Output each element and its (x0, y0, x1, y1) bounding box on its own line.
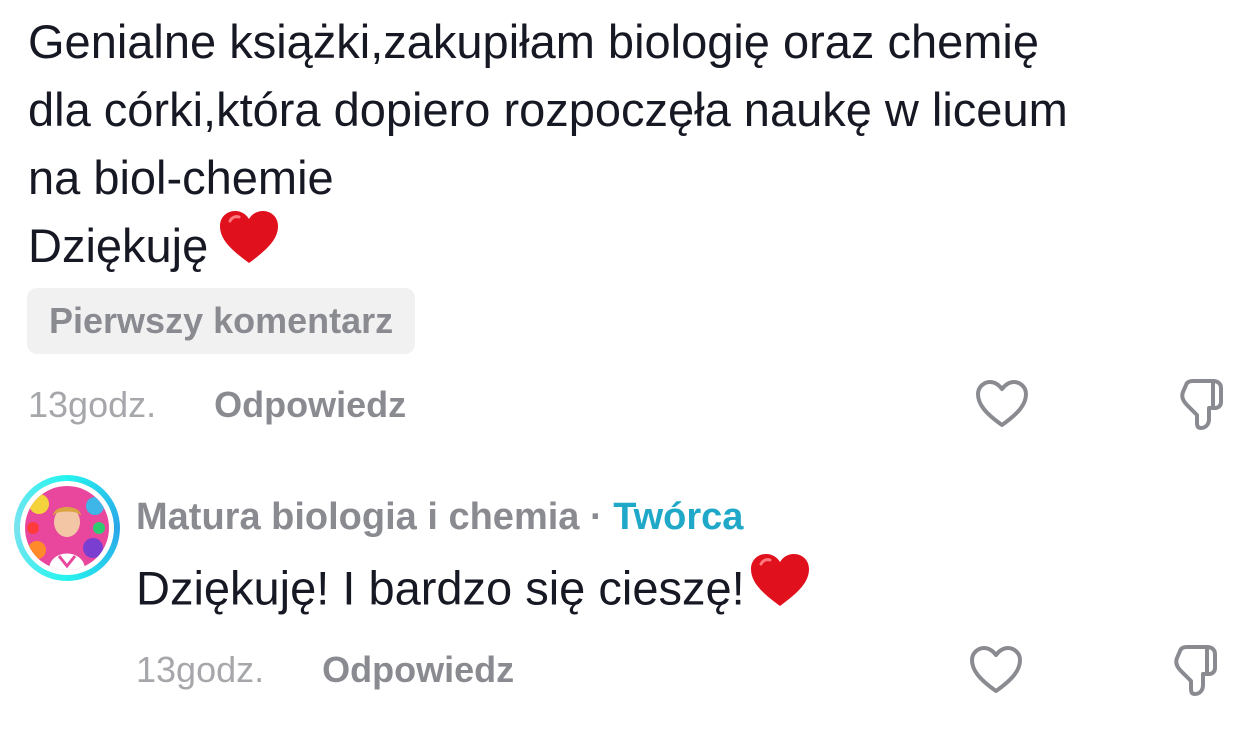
first-comment-badge: Pierwszy komentarz (27, 288, 416, 354)
reply-header: Matura biologia i chemia · Twórca (136, 492, 743, 542)
comment-line: Genialne książki,zakupiłam biologię oraz… (28, 15, 1040, 68)
comment-body: Genialne książki,zakupiłam biologię oraz… (28, 8, 1228, 287)
reply-author-name[interactable]: Matura biologia i chemia (136, 496, 579, 538)
dislike-thumb-down-icon[interactable] (1172, 374, 1232, 434)
reply-button[interactable]: Odpowiedz (322, 649, 514, 691)
creator-label: Twórca (613, 496, 744, 538)
creator-avatar[interactable] (14, 475, 120, 581)
comment-thread: Genialne książki,zakupiłam biologię oraz… (0, 0, 1260, 746)
dislike-thumb-down-icon[interactable] (1166, 640, 1226, 700)
comment-line-text: Dziękuję (28, 219, 209, 272)
avatar-image (25, 486, 109, 570)
reply-body: Dziękuję! I bardzo się cieszę! (136, 554, 811, 628)
separator-dot: · (579, 496, 614, 538)
like-heart-icon[interactable] (966, 640, 1026, 700)
comment-line: na biol-chemie (28, 151, 334, 204)
reply-meta: 13godz. Odpowiedz (136, 645, 514, 695)
like-heart-icon[interactable] (972, 374, 1032, 434)
comment-line: dla córki,która dopiero rozpoczęła naukę… (28, 83, 1068, 136)
comment-meta: 13godz. Odpowiedz (28, 380, 406, 430)
red-heart-emoji-icon (218, 209, 280, 283)
red-heart-emoji-icon (749, 552, 811, 624)
reply-text: Dziękuję! I bardzo się cieszę! (136, 561, 745, 615)
comment-timestamp: 13godz. (28, 384, 157, 425)
reply-timestamp: 13godz. (136, 649, 265, 690)
comment-line-last: Dziękuję (28, 209, 1228, 287)
reply-button[interactable]: Odpowiedz (214, 384, 406, 426)
